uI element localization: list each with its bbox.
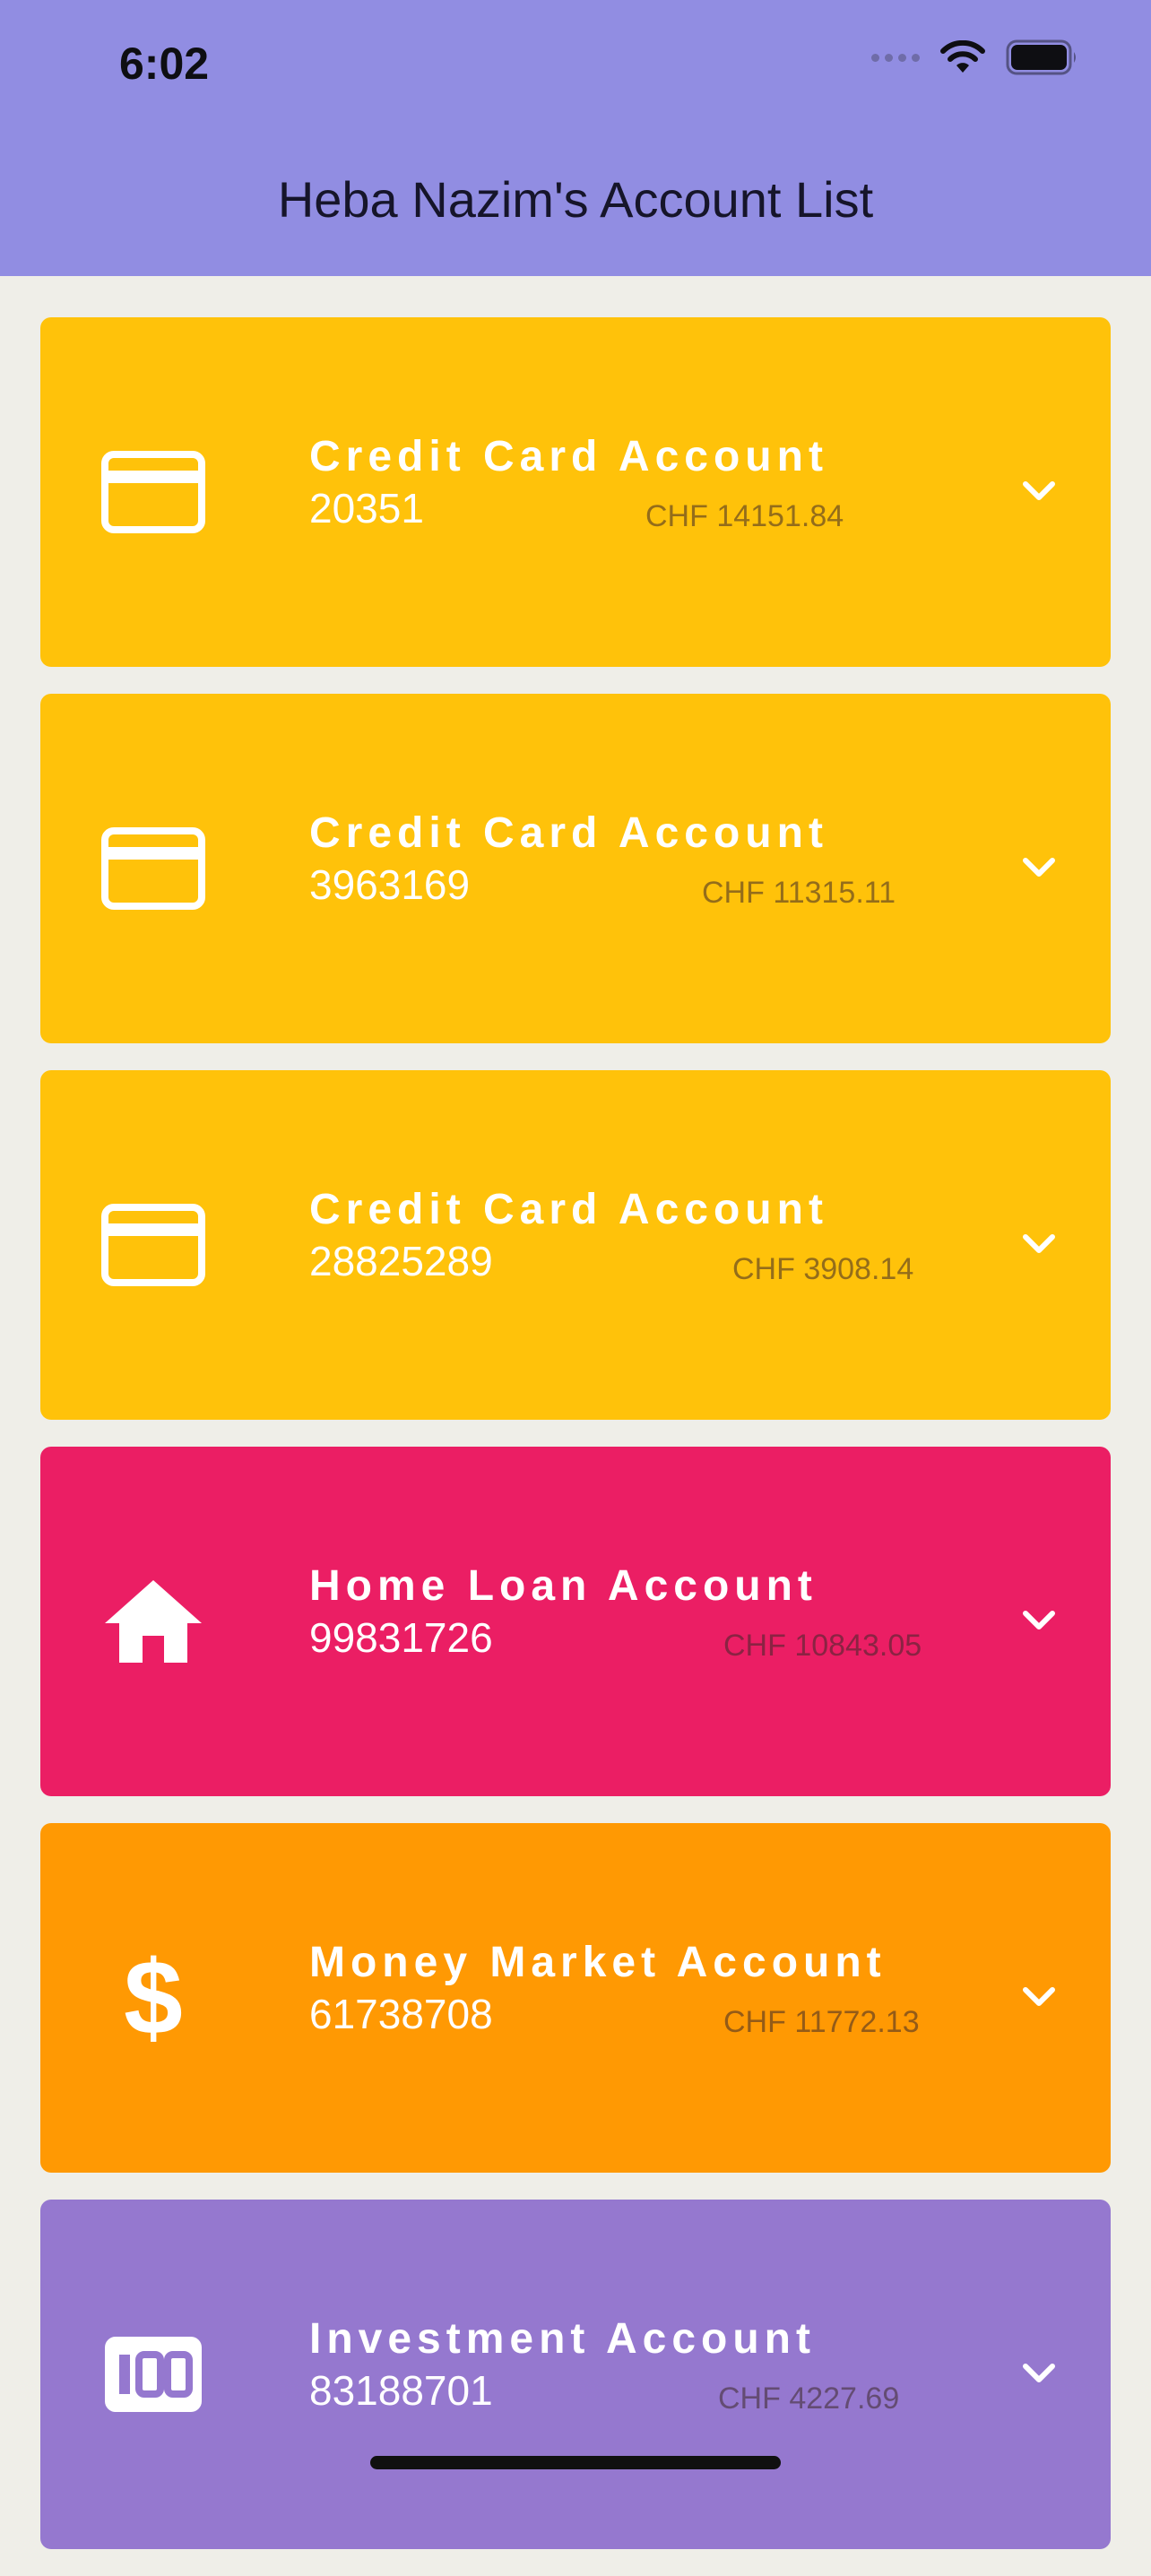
account-card-home-loan[interactable]: Home Loan Account 99831726 CHF 10843.05 — [40, 1447, 1111, 1796]
account-list: Credit Card Account 20351 CHF 14151.84 C… — [40, 317, 1111, 2576]
account-balance: CHF 3908.14 — [732, 1252, 914, 1286]
account-card-money-market[interactable]: $ Money Market Account 61738708 CHF 1177… — [40, 1823, 1111, 2173]
home-indicator[interactable] — [370, 2456, 781, 2469]
app-header: 6:02 Heba Nazim's Account List — [0, 0, 1151, 276]
cellular-signal-icon — [871, 53, 920, 62]
chevron-down-icon[interactable] — [1016, 1221, 1062, 1267]
account-type: Credit Card Account — [309, 809, 828, 857]
account-type: Home Loan Account — [309, 1562, 818, 1610]
credit-card-icon — [101, 819, 205, 918]
status-time: 6:02 — [119, 39, 210, 89]
credit-card-icon — [101, 443, 205, 541]
account-number: 61738708 — [309, 1991, 493, 2037]
account-balance: CHF 10843.05 — [723, 1629, 922, 1663]
chevron-down-icon[interactable] — [1016, 844, 1062, 891]
account-balance: CHF 11315.11 — [702, 876, 896, 910]
account-balance: CHF 4227.69 — [718, 2382, 900, 2416]
wifi-icon — [940, 40, 985, 73]
battery-icon — [1006, 39, 1076, 75]
account-balance: CHF 14151.84 — [645, 499, 844, 533]
home-icon — [101, 1572, 205, 1671]
account-card-investment[interactable]: Investment Account 83188701 CHF 4227.69 — [40, 2200, 1111, 2549]
page-title: Heba Nazim's Account List — [277, 171, 874, 228]
account-number: 99831726 — [309, 1614, 493, 1661]
account-type: Credit Card Account — [309, 1186, 828, 1233]
account-type: Credit Card Account — [309, 433, 828, 480]
status-indicators — [871, 39, 1079, 75]
chevron-down-icon[interactable] — [1016, 2350, 1062, 2397]
chevron-down-icon[interactable] — [1016, 1974, 1062, 2020]
chevron-down-icon[interactable] — [1016, 468, 1062, 514]
account-number: 3963169 — [309, 861, 471, 908]
account-number: 28825289 — [309, 1238, 493, 1284]
account-balance: CHF 11772.13 — [723, 2005, 920, 2039]
account-type: Investment Account — [309, 2315, 816, 2363]
account-type: Money Market Account — [309, 1939, 887, 1986]
account-number: 20351 — [309, 485, 424, 532]
account-card-credit-card[interactable]: Credit Card Account 28825289 CHF 3908.14 — [40, 1070, 1111, 1420]
credit-card-icon — [101, 1196, 205, 1294]
dollar-icon: $ — [124, 1939, 183, 2057]
chevron-down-icon[interactable] — [1016, 1597, 1062, 1644]
account-card-credit-card[interactable]: Credit Card Account 20351 CHF 14151.84 — [40, 317, 1111, 667]
account-number: 83188701 — [309, 2367, 493, 2414]
hundred-icon — [101, 2325, 205, 2424]
account-card-credit-card[interactable]: Credit Card Account 3963169 CHF 11315.11 — [40, 694, 1111, 1043]
